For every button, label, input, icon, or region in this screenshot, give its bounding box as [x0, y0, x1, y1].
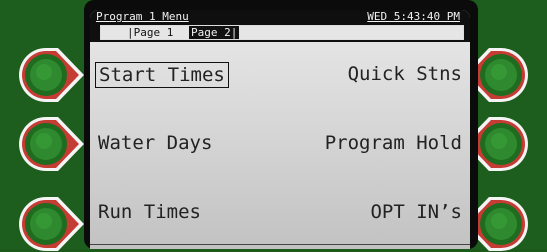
- tab-page-2[interactable]: Page 2|: [189, 26, 240, 39]
- menu-item-opt-ins[interactable]: OPT IN’s: [370, 200, 462, 224]
- menu-item-water-days[interactable]: Water Days: [98, 131, 212, 155]
- softkey-left-1[interactable]: [18, 47, 86, 103]
- softkey-icon: [19, 197, 84, 251]
- softkey-left-3[interactable]: [18, 196, 86, 252]
- divider: [90, 244, 470, 245]
- menu-title: Program 1 Menu: [96, 10, 189, 23]
- softkey-icon: [19, 117, 84, 171]
- tab-page-1[interactable]: |Page 1: [125, 26, 175, 39]
- menu-item-start-times[interactable]: Start Times: [95, 62, 229, 88]
- softkey-icon: [19, 48, 84, 102]
- title-bar: Program 1 Menu WED 5:43:40 PM: [90, 10, 470, 24]
- softkey-left-2[interactable]: [18, 116, 86, 172]
- lcd-screen: Program 1 Menu WED 5:43:40 PM |Page 1 Pa…: [90, 10, 470, 249]
- menu-item-program-hold[interactable]: Program Hold: [325, 131, 462, 155]
- menu-item-run-times[interactable]: Run Times: [98, 200, 201, 224]
- menu-item-quick-stns[interactable]: Quick Stns: [348, 62, 462, 86]
- tab-strip: |Page 1 Page 2|: [100, 25, 464, 40]
- clock: WED 5:43:40 PM: [367, 10, 460, 23]
